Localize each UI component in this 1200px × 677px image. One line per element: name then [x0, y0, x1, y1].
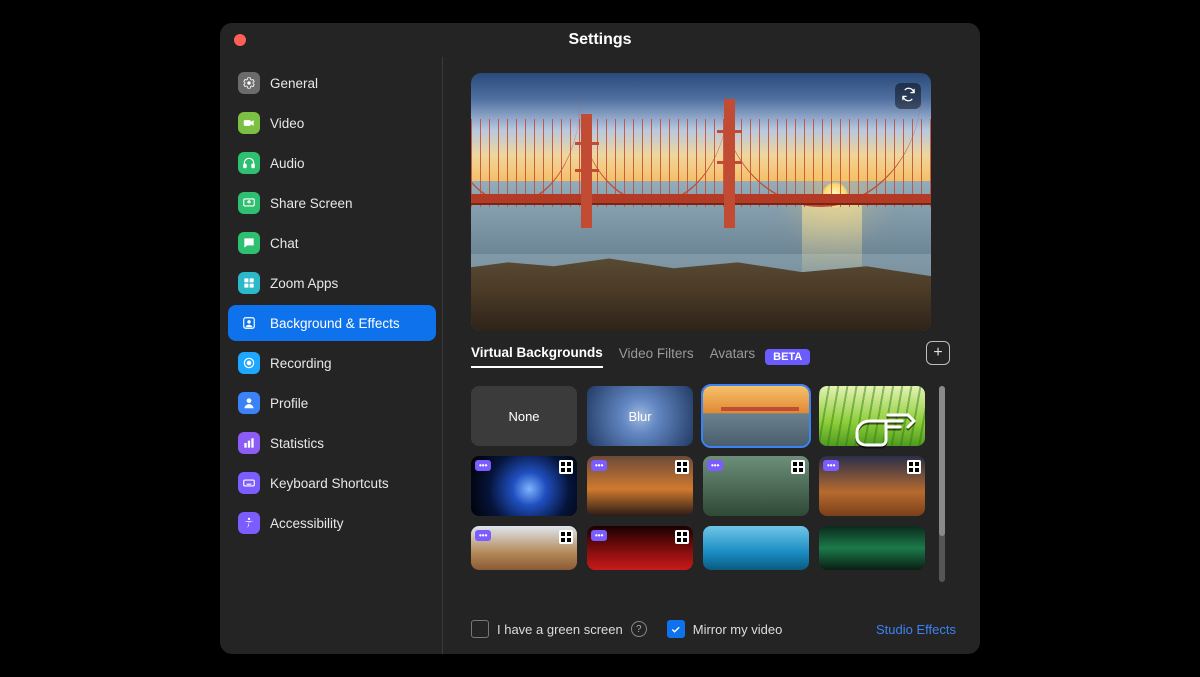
stats-icon [238, 432, 260, 454]
sidebar-item-label: Audio [270, 156, 305, 171]
tab-avatars[interactable]: Avatars [710, 346, 756, 367]
background-grid: None Blur ••• ••• ••• ••• ••• ••• [471, 386, 925, 582]
sidebar-item-label: Profile [270, 396, 308, 411]
background-tile-tropical-beach[interactable] [703, 526, 809, 570]
record-icon [238, 352, 260, 374]
sidebar-item-accessibility[interactable]: Accessibility [228, 505, 436, 541]
sidebar-item-label: Chat [270, 236, 299, 251]
headphones-icon [238, 152, 260, 174]
video-preview [471, 73, 931, 331]
camera-icon [238, 112, 260, 134]
tab-virtual-backgrounds[interactable]: Virtual Backgrounds [471, 345, 603, 368]
background-tile-none[interactable]: None [471, 386, 577, 446]
sidebar-item-statistics[interactable]: Statistics [228, 425, 436, 461]
background-tile-blur[interactable]: Blur [587, 386, 693, 446]
sidebar-item-chat[interactable]: Chat [228, 225, 436, 261]
qr-icon [675, 460, 689, 474]
sidebar-item-zoom-apps[interactable]: Zoom Apps [228, 265, 436, 301]
background-tile-misty-valley[interactable]: ••• [703, 456, 809, 516]
settings-window: Settings General Video Audio Share Screen Ch… [220, 23, 980, 654]
sidebar-item-audio[interactable]: Audio [228, 145, 436, 181]
qr-icon [791, 460, 805, 474]
background-tile-city-dusk[interactable]: ••• [819, 456, 925, 516]
settings-main: Virtual BackgroundsVideo FiltersAvatars … [443, 57, 980, 654]
plus-icon: + [933, 345, 942, 361]
rotate-icon [901, 87, 916, 105]
tile-provider-badge: ••• [475, 530, 491, 541]
add-background-button[interactable]: + [926, 341, 950, 365]
scrollbar-thumb[interactable] [939, 386, 945, 536]
green-screen-option[interactable]: I have a green screen ? [471, 620, 647, 638]
accessibility-icon [238, 512, 260, 534]
sidebar-item-label: Statistics [270, 436, 324, 451]
chat-icon [238, 232, 260, 254]
sidebar-item-label: Share Screen [270, 196, 353, 211]
qr-icon [675, 530, 689, 544]
sidebar-item-label: Recording [270, 356, 332, 371]
rotate-camera-button[interactable] [895, 83, 921, 109]
sidebar-item-label: General [270, 76, 318, 91]
qr-icon [907, 460, 921, 474]
tile-provider-badge: ••• [823, 460, 839, 471]
window-title: Settings [568, 31, 631, 49]
titlebar: Settings [220, 23, 980, 57]
sidebar-item-label: Accessibility [270, 516, 344, 531]
mirror-video-option[interactable]: Mirror my video [667, 620, 783, 638]
tile-provider-badge: ••• [591, 530, 607, 541]
sidebar-item-label: Background & Effects [270, 316, 400, 331]
tile-label: Blur [628, 409, 651, 424]
qr-icon [559, 460, 573, 474]
sidebar-item-general[interactable]: General [228, 65, 436, 101]
person-icon [238, 312, 260, 334]
background-tile-aurora[interactable] [819, 526, 925, 570]
keyboard-icon [238, 472, 260, 494]
user-icon [238, 392, 260, 414]
background-tile-grass[interactable] [819, 386, 925, 446]
background-tile-golden-gate-bridge[interactable] [703, 386, 809, 446]
screen-icon [238, 192, 260, 214]
mirror-video-checkbox[interactable] [667, 620, 685, 638]
tile-provider-badge: ••• [591, 460, 607, 471]
mirror-video-label: Mirror my video [693, 622, 783, 637]
sidebar-item-video[interactable]: Video [228, 105, 436, 141]
settings-sidebar: General Video Audio Share Screen Chat Zoom Ap… [220, 57, 443, 654]
effects-tabs: Virtual BackgroundsVideo FiltersAvatars … [471, 345, 956, 368]
background-tile-sunset-horizon[interactable]: ••• [587, 456, 693, 516]
sidebar-item-label: Keyboard Shortcuts [270, 476, 389, 491]
sidebar-item-label: Zoom Apps [270, 276, 338, 291]
background-scrollbar[interactable] [939, 386, 945, 582]
tile-label: None [508, 409, 539, 424]
studio-effects-link[interactable]: Studio Effects [876, 622, 956, 637]
tab-video-filters[interactable]: Video Filters [619, 346, 694, 367]
info-icon[interactable]: ? [631, 621, 647, 637]
close-window-button[interactable] [234, 34, 246, 46]
sidebar-item-label: Video [270, 116, 304, 131]
green-screen-label: I have a green screen [497, 622, 623, 637]
sidebar-item-share-screen[interactable]: Share Screen [228, 185, 436, 221]
apps-icon [238, 272, 260, 294]
window-controls [234, 34, 246, 46]
sidebar-item-profile[interactable]: Profile [228, 385, 436, 421]
green-screen-checkbox[interactable] [471, 620, 489, 638]
tile-provider-badge: ••• [707, 460, 723, 471]
sidebar-item-recording[interactable]: Recording [228, 345, 436, 381]
background-tile-earth-space[interactable]: ••• [471, 456, 577, 516]
gear-icon [238, 72, 260, 94]
sidebar-item-background-effects[interactable]: Background & Effects [228, 305, 436, 341]
sidebar-item-keyboard-shortcuts[interactable]: Keyboard Shortcuts [228, 465, 436, 501]
qr-icon [559, 530, 573, 544]
background-tile-mosque[interactable]: ••• [471, 526, 577, 570]
background-tile-red-hall[interactable]: ••• [587, 526, 693, 570]
tile-provider-badge: ••• [475, 460, 491, 471]
effects-footer: I have a green screen ? Mirror my video … [471, 606, 956, 654]
beta-badge: BETA [765, 349, 810, 365]
